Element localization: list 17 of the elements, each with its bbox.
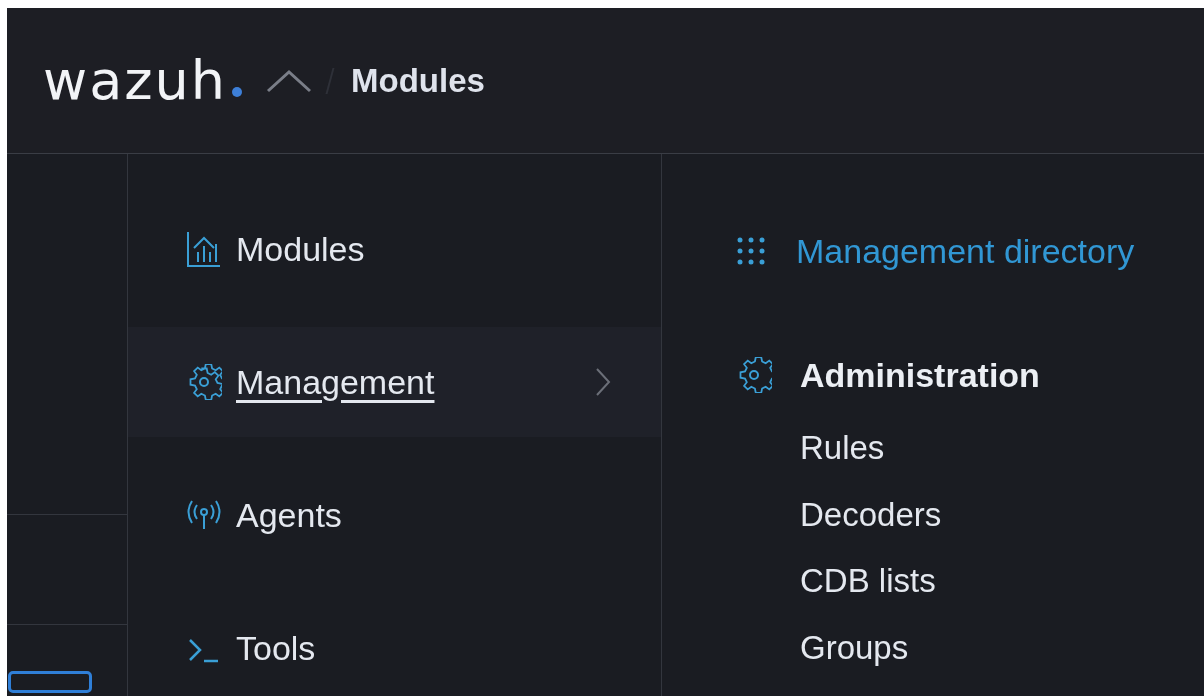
menu-item[interactable]: Tools [128, 593, 661, 696]
building-chart-icon [186, 230, 222, 268]
submenu-link[interactable]: CDB lists [736, 548, 936, 615]
breadcrumb-item[interactable]: Modules [351, 61, 485, 100]
menu-item[interactable]: Agents [128, 460, 661, 570]
chevron-up-icon[interactable] [265, 67, 314, 94]
menu-item[interactable]: Modules [128, 194, 661, 304]
outlined-button[interactable] [8, 671, 92, 693]
logo[interactable]: wazuh [43, 53, 228, 108]
logo-dot-icon [231, 85, 244, 98]
management-directory-link[interactable]: Management directory [736, 229, 1204, 273]
menu-item[interactable]: Management [128, 327, 661, 437]
submenu-link[interactable]: Rules [736, 415, 885, 482]
submenu-link[interactable]: Decoders [736, 481, 942, 548]
grid-dots-icon [736, 236, 766, 266]
submenu-link[interactable]: Groups [736, 614, 909, 681]
section-title: Administration [800, 355, 1040, 395]
